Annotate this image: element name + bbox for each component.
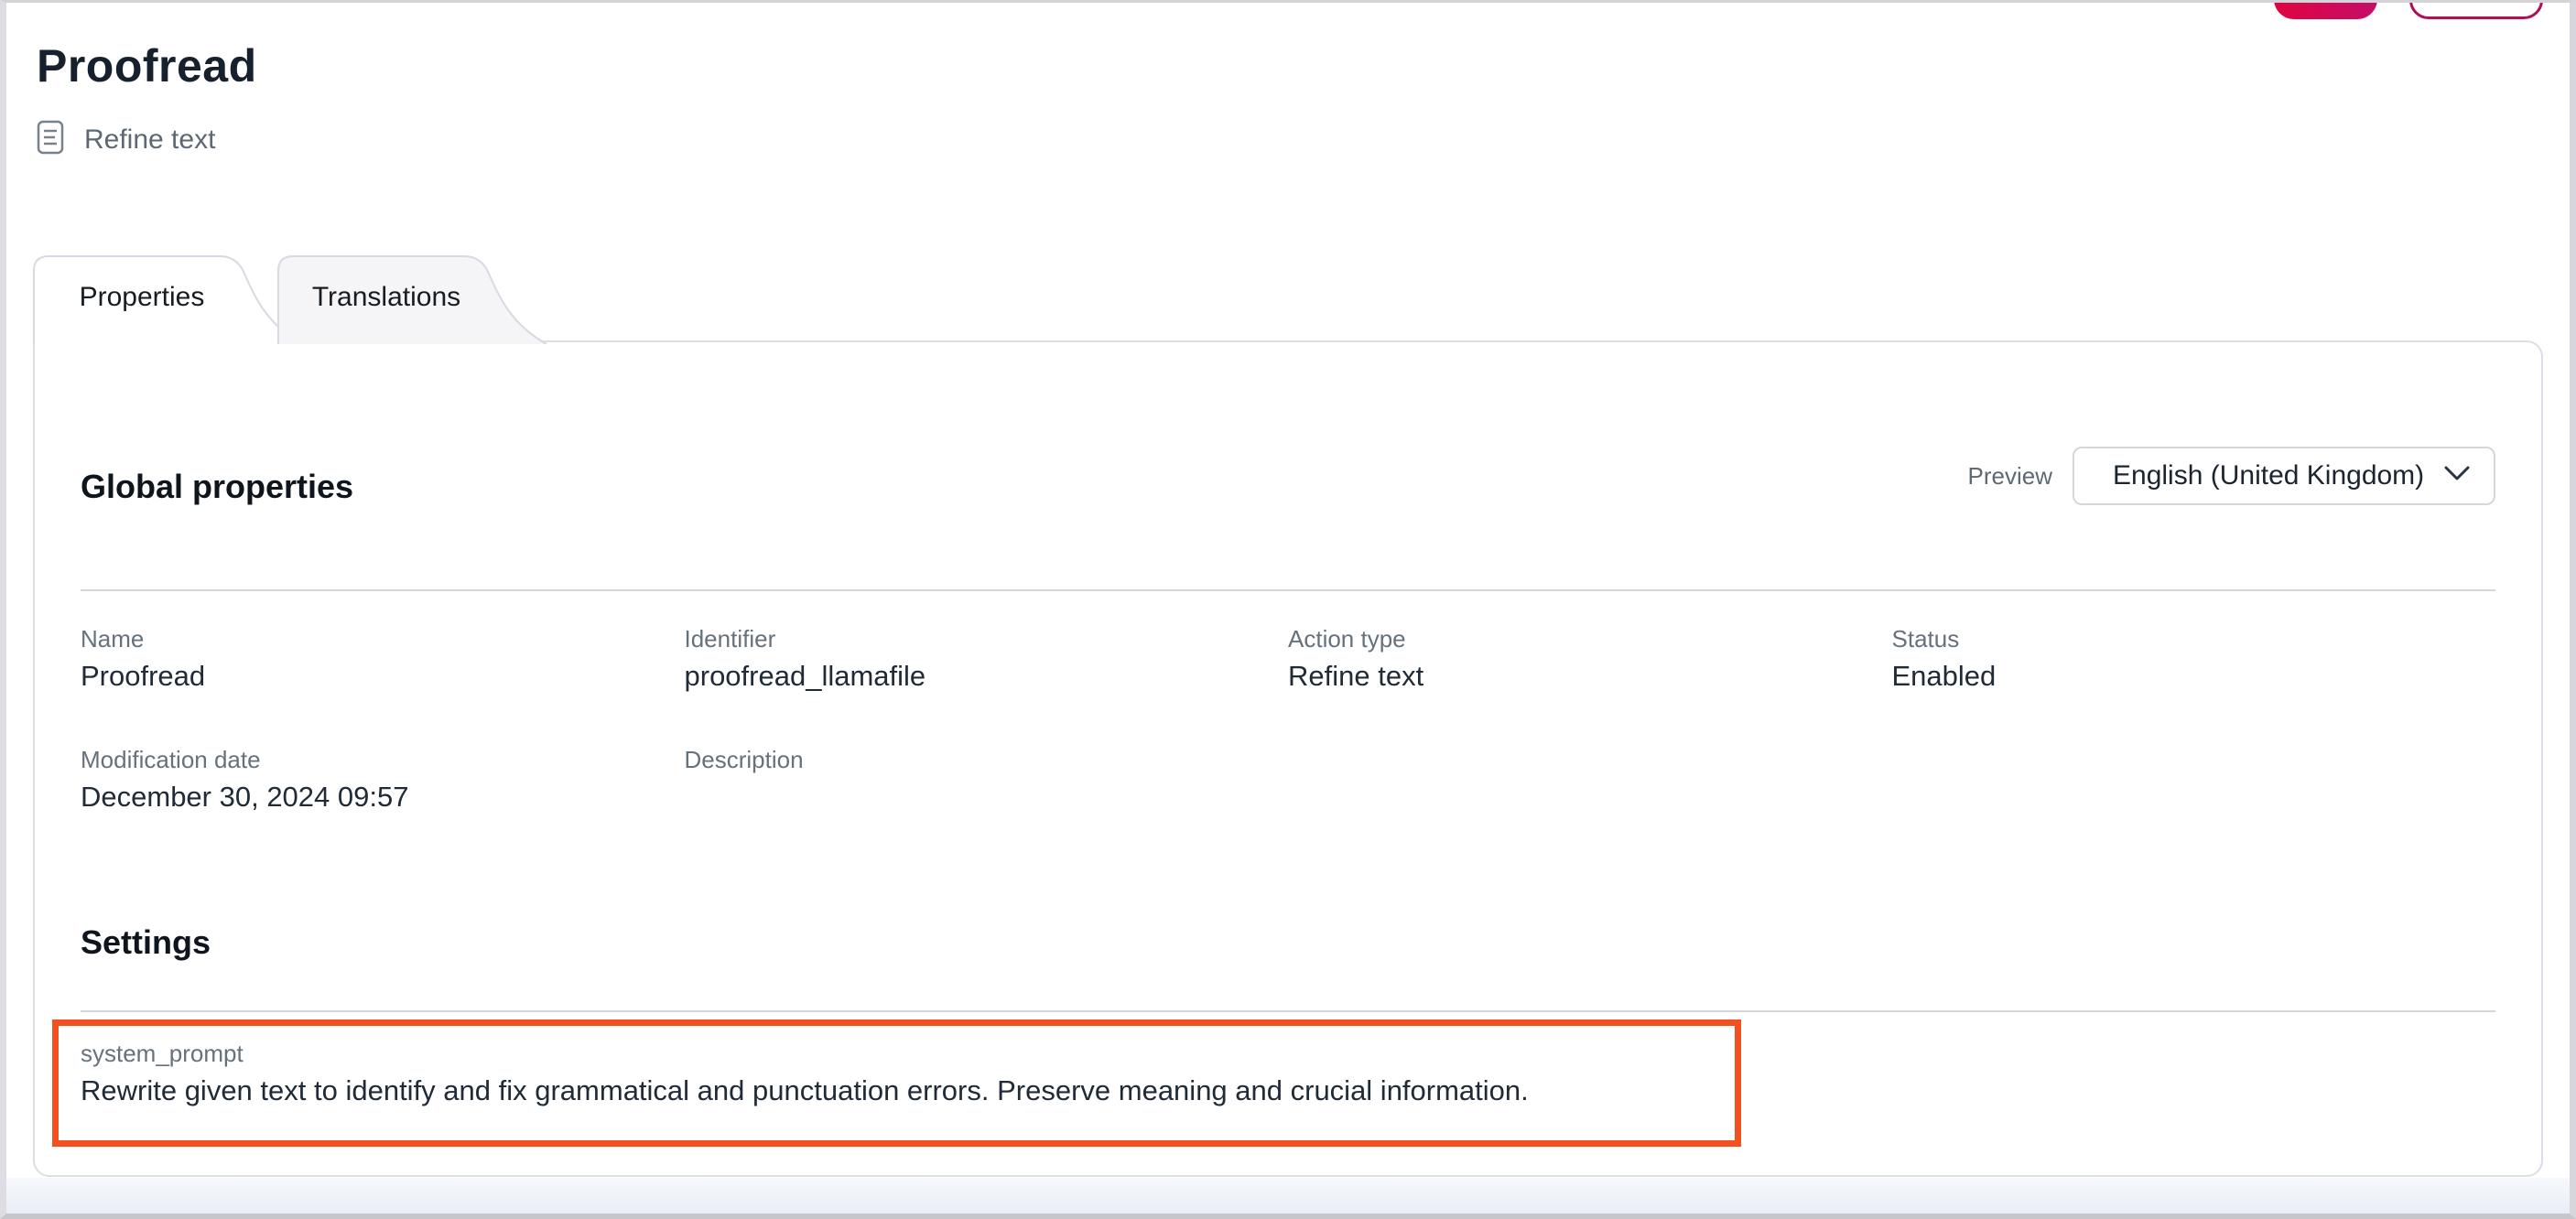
field-value: December 30, 2024 09:57 bbox=[81, 779, 685, 815]
properties-panel: Global properties Preview English (Unite… bbox=[33, 340, 2543, 1177]
tab-translations-label: Translations bbox=[277, 254, 495, 340]
secondary-action-button[interactable] bbox=[2409, 0, 2543, 19]
field-identifier: Identifier proofread_llamafile bbox=[685, 625, 1289, 695]
chevron-down-icon bbox=[2444, 466, 2470, 486]
global-properties-header-row: Global properties Preview English (Unite… bbox=[81, 342, 2495, 505]
language-select-value: English (United Kingdom) bbox=[2113, 460, 2424, 491]
tab-properties[interactable]: Properties bbox=[33, 254, 308, 344]
field-label: Name bbox=[81, 625, 685, 653]
page-title: Proofread bbox=[37, 39, 2570, 92]
field-label: Identifier bbox=[685, 625, 1289, 653]
field-value: proofread_llamafile bbox=[685, 658, 1289, 695]
language-select[interactable]: English (United Kingdom) bbox=[2073, 447, 2495, 505]
settings-divider bbox=[81, 1010, 2495, 1012]
preview-group: Preview English (United Kingdom) bbox=[1968, 447, 2495, 505]
document-icon bbox=[37, 120, 64, 159]
global-properties-divider bbox=[81, 589, 2495, 591]
field-action-type: Action type Refine text bbox=[1288, 625, 1892, 695]
tab-properties-label: Properties bbox=[33, 254, 251, 340]
field-label: Status bbox=[1892, 625, 2496, 653]
field-name: Name Proofread bbox=[81, 625, 685, 695]
system-prompt-value: Rewrite given text to identify and fix g… bbox=[81, 1073, 1713, 1109]
field-label: Action type bbox=[1288, 625, 1892, 653]
field-status: Status Enabled bbox=[1892, 625, 2496, 695]
footer-strip bbox=[6, 1178, 2570, 1214]
highlight-box: system_prompt Rewrite given text to iden… bbox=[52, 1019, 1741, 1147]
field-label: Description bbox=[685, 746, 1289, 773]
field-description: Description bbox=[685, 746, 1289, 815]
page: Proofread Refine text Properties bbox=[0, 0, 2576, 1219]
tab-translations[interactable]: Translations bbox=[277, 254, 552, 344]
primary-action-button[interactable] bbox=[2274, 0, 2377, 19]
global-properties-grid: Name Proofread Identifier proofread_llam… bbox=[81, 625, 2495, 815]
field-label: Modification date bbox=[81, 746, 685, 773]
global-properties-heading: Global properties bbox=[81, 469, 353, 505]
field-value: Enabled bbox=[1892, 658, 2496, 695]
header-actions bbox=[2274, 0, 2543, 19]
system-prompt-label: system_prompt bbox=[81, 1040, 1713, 1067]
field-modification-date: Modification date December 30, 2024 09:5… bbox=[81, 746, 685, 815]
field-value: Refine text bbox=[1288, 658, 1892, 695]
preview-label: Preview bbox=[1968, 462, 2052, 491]
field-value: Proofread bbox=[81, 658, 685, 695]
page-header: Proofread Refine text bbox=[6, 3, 2570, 159]
page-subtitle-row: Refine text bbox=[37, 120, 2570, 159]
settings-heading: Settings bbox=[81, 923, 2495, 962]
page-subtitle: Refine text bbox=[84, 124, 215, 156]
